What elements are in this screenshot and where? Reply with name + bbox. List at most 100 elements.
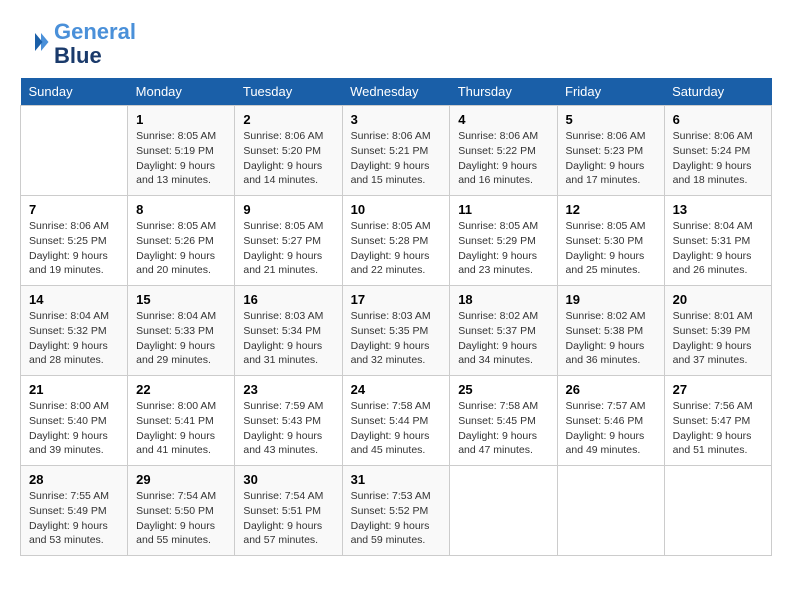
calendar-cell xyxy=(21,106,128,196)
calendar-cell xyxy=(664,466,771,556)
calendar-week-row: 14Sunrise: 8:04 AMSunset: 5:32 PMDayligh… xyxy=(21,286,772,376)
day-number: 27 xyxy=(673,382,763,397)
day-info: Sunrise: 8:02 AMSunset: 5:37 PMDaylight:… xyxy=(458,309,548,368)
weekday-header: Saturday xyxy=(664,78,771,106)
calendar-cell: 9Sunrise: 8:05 AMSunset: 5:27 PMDaylight… xyxy=(235,196,342,286)
day-number: 29 xyxy=(136,472,226,487)
day-number: 14 xyxy=(29,292,119,307)
day-number: 16 xyxy=(243,292,333,307)
calendar-cell: 12 Sunrise: 8:05 AMSunset: 5:30 PMDayligh… xyxy=(557,196,664,286)
calendar-cell: 5 Sunrise: 8:06 AMSunset: 5:23 PMDaylight… xyxy=(557,106,664,196)
calendar-cell: 1 Sunrise: 8:05 AMSunset: 5:19 PMDaylight… xyxy=(128,106,235,196)
logo-icon xyxy=(20,27,50,57)
day-info: Sunrise: 8:06 AMSunset: 5:25 PMDaylight:… xyxy=(29,219,119,278)
page-header: General Blue xyxy=(20,20,772,68)
calendar-cell: 13 Sunrise: 8:04 AMSunset: 5:31 PMDayligh… xyxy=(664,196,771,286)
calendar-cell: 4Sunrise: 8:06 AMSunset: 5:22 PMDaylight… xyxy=(450,106,557,196)
day-info: Sunrise: 7:55 AMSunset: 5:49 PMDaylight:… xyxy=(29,489,119,548)
day-number: 19 xyxy=(566,292,656,307)
day-info: Sunrise: 7:56 AMSunset: 5:47 PMDaylight:… xyxy=(673,399,763,458)
day-number: 21 xyxy=(29,382,119,397)
day-number: 28 xyxy=(29,472,119,487)
calendar-cell xyxy=(450,466,557,556)
day-number: 4 xyxy=(458,112,548,127)
calendar-cell: 26 Sunrise: 7:57 AMSunset: 5:46 PMDayligh… xyxy=(557,376,664,466)
day-number: 17 xyxy=(351,292,442,307)
day-number: 22 xyxy=(136,382,226,397)
day-number: 23 xyxy=(243,382,333,397)
day-number: 26 xyxy=(566,382,656,397)
calendar-cell: 21 Sunrise: 8:00 AMSunset: 5:40 PMDayligh… xyxy=(21,376,128,466)
day-info: Sunrise: 8:06 AMSunset: 5:24 PMDaylight:… xyxy=(673,129,763,188)
day-number: 11 xyxy=(458,202,548,217)
weekday-header: Wednesday xyxy=(342,78,450,106)
calendar-week-row: 21 Sunrise: 8:00 AMSunset: 5:40 PMDayligh… xyxy=(21,376,772,466)
day-info: Sunrise: 8:03 AMSunset: 5:35 PMDaylight:… xyxy=(351,309,442,368)
day-number: 1 xyxy=(136,112,226,127)
weekday-header: Sunday xyxy=(21,78,128,106)
calendar-cell: 31 Sunrise: 7:53 AMSunset: 5:52 PMDayligh… xyxy=(342,466,450,556)
day-info: Sunrise: 7:58 AMSunset: 5:45 PMDaylight:… xyxy=(458,399,548,458)
day-info: Sunrise: 7:54 AMSunset: 5:50 PMDaylight:… xyxy=(136,489,226,548)
calendar-week-row: 1 Sunrise: 8:05 AMSunset: 5:19 PMDaylight… xyxy=(21,106,772,196)
day-info: Sunrise: 7:53 AMSunset: 5:52 PMDaylight:… xyxy=(351,489,442,548)
day-number: 3 xyxy=(351,112,442,127)
day-number: 8 xyxy=(136,202,226,217)
day-info: Sunrise: 7:57 AMSunset: 5:46 PMDaylight:… xyxy=(566,399,656,458)
calendar-cell: 7Sunrise: 8:06 AMSunset: 5:25 PMDaylight… xyxy=(21,196,128,286)
calendar-cell: 30Sunrise: 7:54 AMSunset: 5:51 PMDayligh… xyxy=(235,466,342,556)
day-info: Sunrise: 8:05 AMSunset: 5:27 PMDaylight:… xyxy=(243,219,333,278)
day-info: Sunrise: 7:58 AMSunset: 5:44 PMDaylight:… xyxy=(351,399,442,458)
day-info: Sunrise: 7:54 AMSunset: 5:51 PMDaylight:… xyxy=(243,489,333,548)
weekday-header-row: SundayMondayTuesdayWednesdayThursdayFrid… xyxy=(21,78,772,106)
weekday-header: Tuesday xyxy=(235,78,342,106)
calendar-cell: 15 Sunrise: 8:04 AMSunset: 5:33 PMDayligh… xyxy=(128,286,235,376)
day-info: Sunrise: 8:03 AMSunset: 5:34 PMDaylight:… xyxy=(243,309,333,368)
day-number: 18 xyxy=(458,292,548,307)
day-number: 13 xyxy=(673,202,763,217)
day-info: Sunrise: 8:02 AMSunset: 5:38 PMDaylight:… xyxy=(566,309,656,368)
day-info: Sunrise: 8:04 AMSunset: 5:31 PMDaylight:… xyxy=(673,219,763,278)
logo: General Blue xyxy=(20,20,136,68)
calendar-cell: 29 Sunrise: 7:54 AMSunset: 5:50 PMDayligh… xyxy=(128,466,235,556)
day-info: Sunrise: 8:05 AMSunset: 5:29 PMDaylight:… xyxy=(458,219,548,278)
day-number: 15 xyxy=(136,292,226,307)
calendar-cell: 25 Sunrise: 7:58 AMSunset: 5:45 PMDayligh… xyxy=(450,376,557,466)
weekday-header: Thursday xyxy=(450,78,557,106)
logo-text: General Blue xyxy=(54,20,136,68)
day-number: 12 xyxy=(566,202,656,217)
calendar-cell: 22 Sunrise: 8:00 AMSunset: 5:41 PMDayligh… xyxy=(128,376,235,466)
calendar-week-row: 7Sunrise: 8:06 AMSunset: 5:25 PMDaylight… xyxy=(21,196,772,286)
calendar-cell: 10Sunrise: 8:05 AMSunset: 5:28 PMDayligh… xyxy=(342,196,450,286)
day-number: 24 xyxy=(351,382,442,397)
calendar-cell: 11 Sunrise: 8:05 AMSunset: 5:29 PMDayligh… xyxy=(450,196,557,286)
day-number: 10 xyxy=(351,202,442,217)
weekday-header: Monday xyxy=(128,78,235,106)
day-info: Sunrise: 8:00 AMSunset: 5:41 PMDaylight:… xyxy=(136,399,226,458)
calendar-cell: 23Sunrise: 7:59 AMSunset: 5:43 PMDayligh… xyxy=(235,376,342,466)
day-info: Sunrise: 8:05 AMSunset: 5:26 PMDaylight:… xyxy=(136,219,226,278)
calendar-cell xyxy=(557,466,664,556)
day-info: Sunrise: 8:00 AMSunset: 5:40 PMDaylight:… xyxy=(29,399,119,458)
calendar-cell: 17 Sunrise: 8:03 AMSunset: 5:35 PMDayligh… xyxy=(342,286,450,376)
day-number: 5 xyxy=(566,112,656,127)
calendar-week-row: 28 Sunrise: 7:55 AMSunset: 5:49 PMDayligh… xyxy=(21,466,772,556)
calendar-cell: 3Sunrise: 8:06 AMSunset: 5:21 PMDaylight… xyxy=(342,106,450,196)
calendar-cell: 19 Sunrise: 8:02 AMSunset: 5:38 PMDayligh… xyxy=(557,286,664,376)
calendar-cell: 14Sunrise: 8:04 AMSunset: 5:32 PMDayligh… xyxy=(21,286,128,376)
day-number: 6 xyxy=(673,112,763,127)
calendar-cell: 28 Sunrise: 7:55 AMSunset: 5:49 PMDayligh… xyxy=(21,466,128,556)
day-number: 25 xyxy=(458,382,548,397)
day-number: 2 xyxy=(243,112,333,127)
day-number: 31 xyxy=(351,472,442,487)
calendar-cell: 27 Sunrise: 7:56 AMSunset: 5:47 PMDayligh… xyxy=(664,376,771,466)
day-info: Sunrise: 8:06 AMSunset: 5:23 PMDaylight:… xyxy=(566,129,656,188)
day-info: Sunrise: 8:04 AMSunset: 5:33 PMDaylight:… xyxy=(136,309,226,368)
calendar-cell: 24 Sunrise: 7:58 AMSunset: 5:44 PMDayligh… xyxy=(342,376,450,466)
day-number: 20 xyxy=(673,292,763,307)
day-info: Sunrise: 8:06 AMSunset: 5:20 PMDaylight:… xyxy=(243,129,333,188)
day-info: Sunrise: 8:05 AMSunset: 5:30 PMDaylight:… xyxy=(566,219,656,278)
calendar-cell: 8 Sunrise: 8:05 AMSunset: 5:26 PMDaylight… xyxy=(128,196,235,286)
weekday-header: Friday xyxy=(557,78,664,106)
day-info: Sunrise: 8:05 AMSunset: 5:19 PMDaylight:… xyxy=(136,129,226,188)
